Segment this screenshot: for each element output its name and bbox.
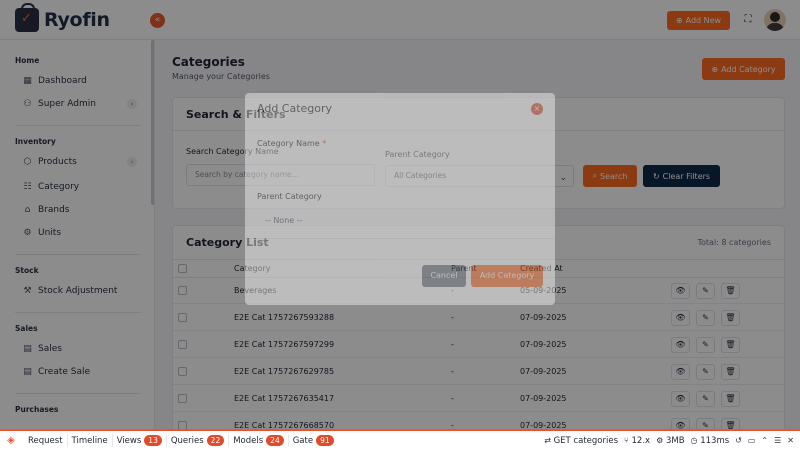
time-text: 113ms bbox=[700, 435, 730, 446]
clock-icon: ◷ bbox=[690, 435, 698, 445]
category-name-label-text: Category Name bbox=[257, 139, 320, 148]
tab-views[interactable]: Views 13 bbox=[113, 434, 167, 447]
count-badge: 24 bbox=[266, 435, 284, 446]
cogs-icon: ⚙ bbox=[656, 435, 664, 445]
category-name-label: Category Name * bbox=[257, 139, 326, 148]
debug-bar: ◈ Request Timeline Views 13 Queries 22 Mod… bbox=[0, 429, 800, 450]
tab-request[interactable]: Request bbox=[24, 434, 68, 447]
memory-info: ⚙ 3MB bbox=[656, 436, 684, 446]
history-icon[interactable]: ↺ bbox=[735, 436, 742, 445]
version-icon: ⑂ bbox=[624, 435, 629, 445]
tab-label: Request bbox=[28, 435, 63, 446]
count-badge: 22 bbox=[206, 435, 225, 446]
cancel-button[interactable]: Cancel bbox=[422, 265, 466, 287]
tab-label: Queries bbox=[170, 435, 204, 446]
tab-models[interactable]: Models 24 bbox=[229, 434, 289, 447]
route-info: ⇄ GET categories bbox=[544, 436, 618, 446]
modal-title: Add Category bbox=[257, 102, 333, 115]
modal-parent-label: Parent Category bbox=[257, 192, 322, 201]
share-icon: ⇄ bbox=[544, 435, 551, 445]
memory-text: 3MB bbox=[665, 435, 685, 446]
count-badge: 91 bbox=[316, 435, 334, 446]
time-info: ◷ 113ms bbox=[691, 436, 730, 446]
tab-label: Timeline bbox=[71, 435, 108, 446]
modal-footer-divider bbox=[245, 238, 555, 239]
tab-label: Models bbox=[233, 435, 264, 446]
tab-gate[interactable]: Gate 91 bbox=[289, 434, 338, 447]
version-text: 12.x bbox=[631, 435, 651, 446]
chevron-up-icon[interactable]: ⌃ bbox=[761, 436, 768, 445]
debug-metrics: ⇄ GET categories ⑂ 12.x ⚙ 3MB ◷ 113ms ↺ … bbox=[544, 431, 800, 450]
tab-label: Gate bbox=[292, 435, 314, 446]
version-info: ⑂ 12.x bbox=[624, 436, 650, 446]
folder-icon[interactable]: ▭ bbox=[748, 436, 756, 445]
laravel-icon[interactable]: ◈ bbox=[7, 435, 19, 447]
count-badge: 13 bbox=[144, 435, 162, 446]
close-icon[interactable]: ✕ bbox=[787, 436, 794, 445]
submit-add-category-button[interactable]: Add Category bbox=[471, 265, 543, 287]
modal-parent-select[interactable]: -- None -- bbox=[265, 216, 303, 225]
add-category-modal: Add Category × Category Name * Parent Ca… bbox=[245, 93, 555, 305]
tab-label: Views bbox=[116, 435, 142, 446]
required-mark: * bbox=[322, 139, 327, 148]
close-icon[interactable]: × bbox=[531, 103, 543, 115]
tab-queries[interactable]: Queries 22 bbox=[167, 434, 230, 447]
tab-timeline[interactable]: Timeline bbox=[68, 434, 113, 447]
settings-icon[interactable]: ☰ bbox=[774, 436, 781, 445]
route-text: GET categories bbox=[553, 435, 618, 446]
